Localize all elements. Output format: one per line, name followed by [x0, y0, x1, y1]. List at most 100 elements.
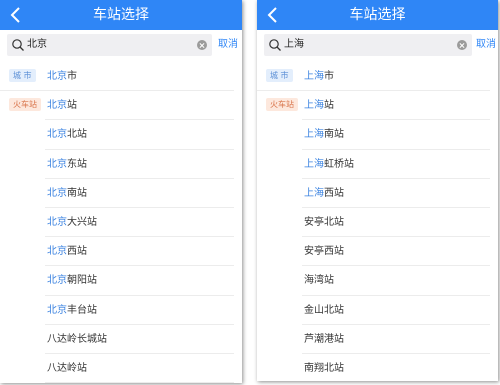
divider	[45, 382, 234, 383]
station-name: 北京东站	[47, 150, 87, 179]
list-item[interactable]: 城 市上海市	[257, 62, 498, 92]
list-item[interactable]: 安亭西站	[257, 237, 498, 267]
search-input-value: 北京	[27, 39, 47, 50]
station-name: 北京大兴站	[47, 208, 97, 237]
nav-bar: 车站选择	[257, 0, 498, 30]
station-name-rest: 市	[67, 71, 77, 82]
station-name-rest: 市	[324, 71, 334, 82]
station-name: 上海市	[304, 62, 334, 91]
match-highlight: 北京	[47, 246, 67, 258]
list-item[interactable]: 上海南站	[257, 120, 498, 150]
match-highlight: 上海	[304, 100, 324, 112]
match-highlight: 北京	[47, 71, 67, 82]
station-name-rest: 西站	[324, 187, 344, 199]
match-highlight: 上海	[304, 187, 324, 199]
train-station-badge: 火车站	[9, 98, 41, 112]
station-name-rest: 安亭北站	[304, 216, 344, 228]
station-name: 芦潮港站	[304, 325, 344, 354]
list-item[interactable]: 芦潮港站	[257, 325, 498, 354]
station-list: 城 市上海市 火车站 上海站 上海南站 上海虹桥站 上海西站 安亭北站 安亭西站 海湾站 金山北站…	[257, 62, 498, 381]
station-name: 北京市	[47, 62, 77, 91]
search-input[interactable]: 北京	[7, 34, 212, 56]
page-title: 车站选择	[93, 7, 149, 23]
list-item[interactable]: 金山北站	[257, 296, 498, 325]
list-item[interactable]: 火车站 上海站	[257, 91, 498, 121]
list-item[interactable]: 八达岭站	[0, 354, 242, 383]
match-highlight: 北京	[47, 158, 67, 170]
list-item[interactable]: 安亭北站	[257, 208, 498, 238]
match-highlight: 北京	[47, 187, 67, 199]
station-name: 北京西站	[47, 237, 87, 266]
match-highlight: 北京	[47, 275, 67, 287]
station-name-rest: 朝阳站	[67, 275, 97, 287]
station-name-rest: 芦潮港站	[304, 333, 344, 345]
match-highlight: 上海	[304, 129, 324, 141]
station-name: 北京丰台站	[47, 296, 97, 325]
clear-icon[interactable]	[197, 40, 207, 50]
station-name-rest: 南翔北站	[304, 362, 344, 374]
city-badge: 城 市	[266, 69, 293, 82]
station-name-rest: 丰台站	[67, 304, 97, 316]
station-name-rest: 大兴站	[67, 216, 97, 228]
station-list: 城 市北京市 火车站 北京站 北京北站 北京东站 北京南站 北京大兴站 北京西站 北京朝阳站 北京…	[0, 62, 242, 383]
list-item[interactable]: 火车站 北京站	[0, 91, 242, 121]
search-icon	[12, 39, 24, 51]
list-item[interactable]: 上海虹桥站	[257, 150, 498, 179]
search-bar: 北京 取消	[0, 34, 242, 56]
city-badge: 城 市	[9, 69, 36, 82]
list-item[interactable]: 上海西站	[257, 179, 498, 208]
station-name: 北京北站	[47, 120, 87, 149]
station-name-rest: 西站	[67, 246, 87, 258]
station-name: 八达岭长城站	[47, 325, 107, 354]
station-name: 北京朝阳站	[47, 266, 97, 295]
station-name: 北京南站	[47, 179, 87, 208]
list-item[interactable]: 北京丰台站	[0, 296, 242, 325]
list-item[interactable]: 北京南站	[0, 179, 242, 208]
station-name-rest: 站	[67, 100, 77, 112]
match-highlight: 北京	[47, 100, 67, 112]
list-item[interactable]: 城 市北京市	[0, 62, 242, 92]
list-item[interactable]: 北京大兴站	[0, 208, 242, 238]
station-name: 安亭北站	[304, 208, 344, 237]
station-name: 上海站	[304, 91, 334, 120]
station-name: 南翔北站	[304, 354, 344, 381]
list-item[interactable]: 海湾站	[257, 266, 498, 296]
match-highlight: 北京	[47, 216, 67, 228]
list-item[interactable]: 北京西站	[0, 237, 242, 267]
clear-icon[interactable]	[457, 40, 467, 50]
search-input[interactable]: 上海	[264, 34, 472, 56]
list-item[interactable]: 北京朝阳站	[0, 266, 242, 296]
station-name-rest: 海湾站	[304, 275, 334, 287]
search-icon	[269, 39, 281, 51]
station-name-rest: 八达岭长城站	[47, 333, 107, 345]
list-item[interactable]: 南翔北站	[257, 354, 498, 381]
station-name-rest: 虹桥站	[324, 158, 354, 170]
search-input-value: 上海	[284, 39, 304, 50]
station-name-rest: 金山北站	[304, 304, 344, 316]
list-item[interactable]: 北京东站	[0, 150, 242, 179]
station-name: 八达岭站	[47, 354, 87, 383]
match-highlight: 北京	[47, 129, 67, 141]
station-name: 海湾站	[304, 266, 334, 295]
station-name-rest: 东站	[67, 158, 87, 170]
nav-bar: 车站选择	[0, 0, 242, 30]
list-item[interactable]: 八达岭长城站	[0, 325, 242, 354]
station-name: 金山北站	[304, 296, 344, 325]
list-item[interactable]: 北京北站	[0, 120, 242, 150]
station-name-rest: 安亭西站	[304, 246, 344, 258]
cancel-button[interactable]: 取消	[476, 34, 496, 56]
station-name: 北京站	[47, 91, 77, 120]
station-name-rest: 站	[324, 100, 334, 112]
train-station-badge: 火车站	[266, 98, 298, 112]
station-name: 安亭西站	[304, 237, 344, 266]
cancel-button[interactable]: 取消	[218, 34, 238, 56]
match-highlight: 北京	[47, 304, 67, 316]
match-highlight: 上海	[304, 71, 324, 82]
station-name-rest: 北站	[67, 129, 87, 141]
search-bar: 上海 取消	[257, 34, 498, 56]
page-title: 车站选择	[349, 7, 406, 23]
station-name: 上海西站	[304, 179, 344, 208]
station-select-screen-shanghai: 车站选择 上海 取消 城 市上海市 火车站 上海站 上海南站 上海虹桥站 上海西站 安亭北站…	[257, 0, 498, 381]
station-select-screen-beijing: 车站选择 北京 取消 城 市北京市 火车站 北京站 北京北站 北京东站 北京南站 北京大兴站…	[0, 0, 242, 383]
station-name-rest: 八达岭站	[47, 362, 87, 374]
